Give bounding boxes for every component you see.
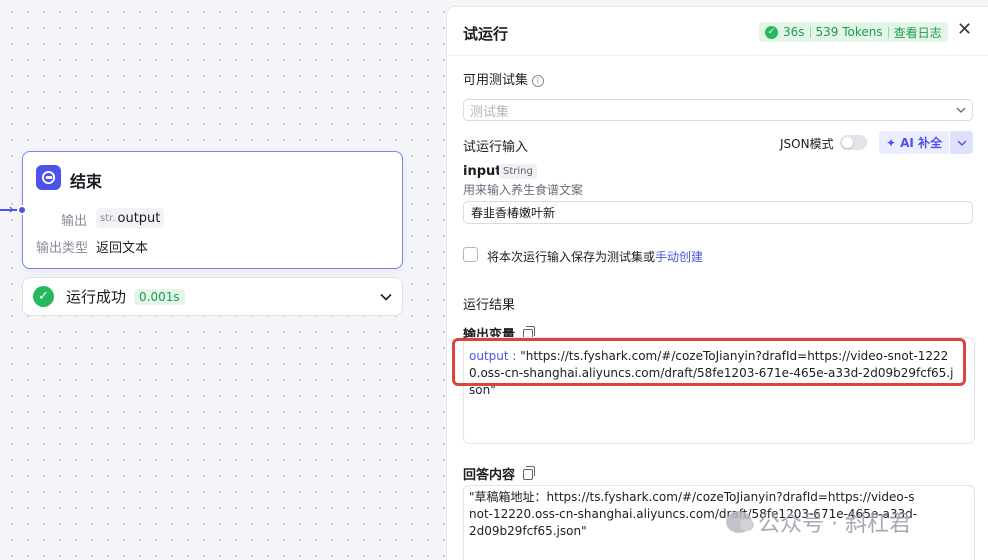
- output-kind-label: 输出类型: [36, 241, 89, 256]
- chevron-down-icon[interactable]: [380, 290, 392, 304]
- run-summary-badge: ✓ 36s 539 Tokens 查看日志: [759, 22, 948, 42]
- copy-icon[interactable]: [523, 466, 536, 480]
- json-mode-label: JSON模式: [780, 137, 834, 151]
- output-label: 输出: [61, 214, 88, 229]
- json-mode-toggle[interactable]: [840, 135, 867, 150]
- wechat-logo-icon: [726, 511, 754, 533]
- testset-section: 可用测试集 i: [463, 69, 545, 88]
- output-type: str.: [100, 212, 116, 224]
- close-icon[interactable]: ✕: [957, 21, 972, 39]
- run-status-text: 运行成功: [66, 288, 127, 306]
- panel-header: 试运行 ✓ 36s 539 Tokens 查看日志 ✕: [447, 7, 988, 56]
- check-circle-icon: ✓: [765, 25, 778, 39]
- ai-button-label: AI 补全: [900, 136, 942, 150]
- output-key: output: [469, 349, 509, 363]
- panel-title: 试运行: [463, 25, 509, 43]
- view-log-link[interactable]: 查看日志: [894, 24, 942, 41]
- output-kind-value: 返回文本: [96, 241, 149, 256]
- output-variable-chip: str. output: [96, 208, 165, 228]
- save-testset-text: 将本次运行输入保存为测试集或手动创建: [487, 248, 703, 265]
- output-colon: :: [508, 349, 521, 363]
- input-description: 用来输入养生食谱文案: [463, 183, 584, 197]
- answer-label: 回答内容: [463, 468, 516, 483]
- output-value: "https://ts.fyshark.com/#/cozeToJianyin?…: [469, 349, 954, 397]
- chevron-down-icon: [956, 105, 966, 116]
- end-node-icon: [36, 165, 61, 190]
- run-status-bar[interactable]: ✓ 运行成功 0.001s: [22, 277, 403, 316]
- testset-select[interactable]: 测试集: [463, 99, 973, 121]
- end-node-card[interactable]: 结束 输出 str. output 输出类型 返回文本: [22, 151, 403, 269]
- toggle-knob: [842, 137, 853, 148]
- output-variable-text: output : "https://ts.fyshark.com/#/cozeT…: [469, 348, 959, 399]
- output-name: output: [117, 210, 161, 226]
- run-tokens: 539 Tokens: [815, 25, 883, 39]
- node-title: 结束: [70, 172, 103, 191]
- input-name: input: [463, 164, 502, 179]
- ai-complete-button[interactable]: ✦ AI 补全: [879, 131, 949, 154]
- badge-separator: [887, 26, 889, 38]
- run-time: 36s: [783, 25, 805, 39]
- badge-separator: [809, 26, 811, 38]
- watermark: 公众号 · 斜杠君: [726, 506, 911, 538]
- ai-dropdown-button[interactable]: [950, 131, 973, 154]
- input-type-tag: String: [499, 164, 537, 179]
- manual-create-link[interactable]: 手动创建: [655, 250, 703, 264]
- result-label: 运行结果: [463, 298, 516, 313]
- input-field[interactable]: 春韭香椿嫩叶新: [463, 201, 973, 224]
- duration-badge: 0.001s: [134, 288, 185, 305]
- save-testset-label: 将本次运行输入保存为测试集或: [487, 250, 656, 264]
- check-circle-icon: ✓: [33, 286, 54, 307]
- input-port[interactable]: [17, 205, 27, 215]
- testset-placeholder: 测试集: [470, 104, 510, 120]
- sparkle-icon: ✦: [886, 135, 897, 150]
- save-testset-checkbox[interactable]: [463, 247, 478, 262]
- arrow-right-icon: →: [2, 202, 14, 218]
- run-input-label: 试运行输入: [463, 140, 529, 155]
- watermark-text: 公众号 · 斜杠君: [758, 512, 911, 537]
- answer-section: 回答内容: [463, 464, 536, 483]
- testset-label: 可用测试集: [463, 73, 529, 88]
- test-run-panel: 试运行 ✓ 36s 539 Tokens 查看日志 ✕ 可用测试集 i 测试集 试…: [446, 6, 988, 560]
- info-icon[interactable]: i: [532, 74, 545, 87]
